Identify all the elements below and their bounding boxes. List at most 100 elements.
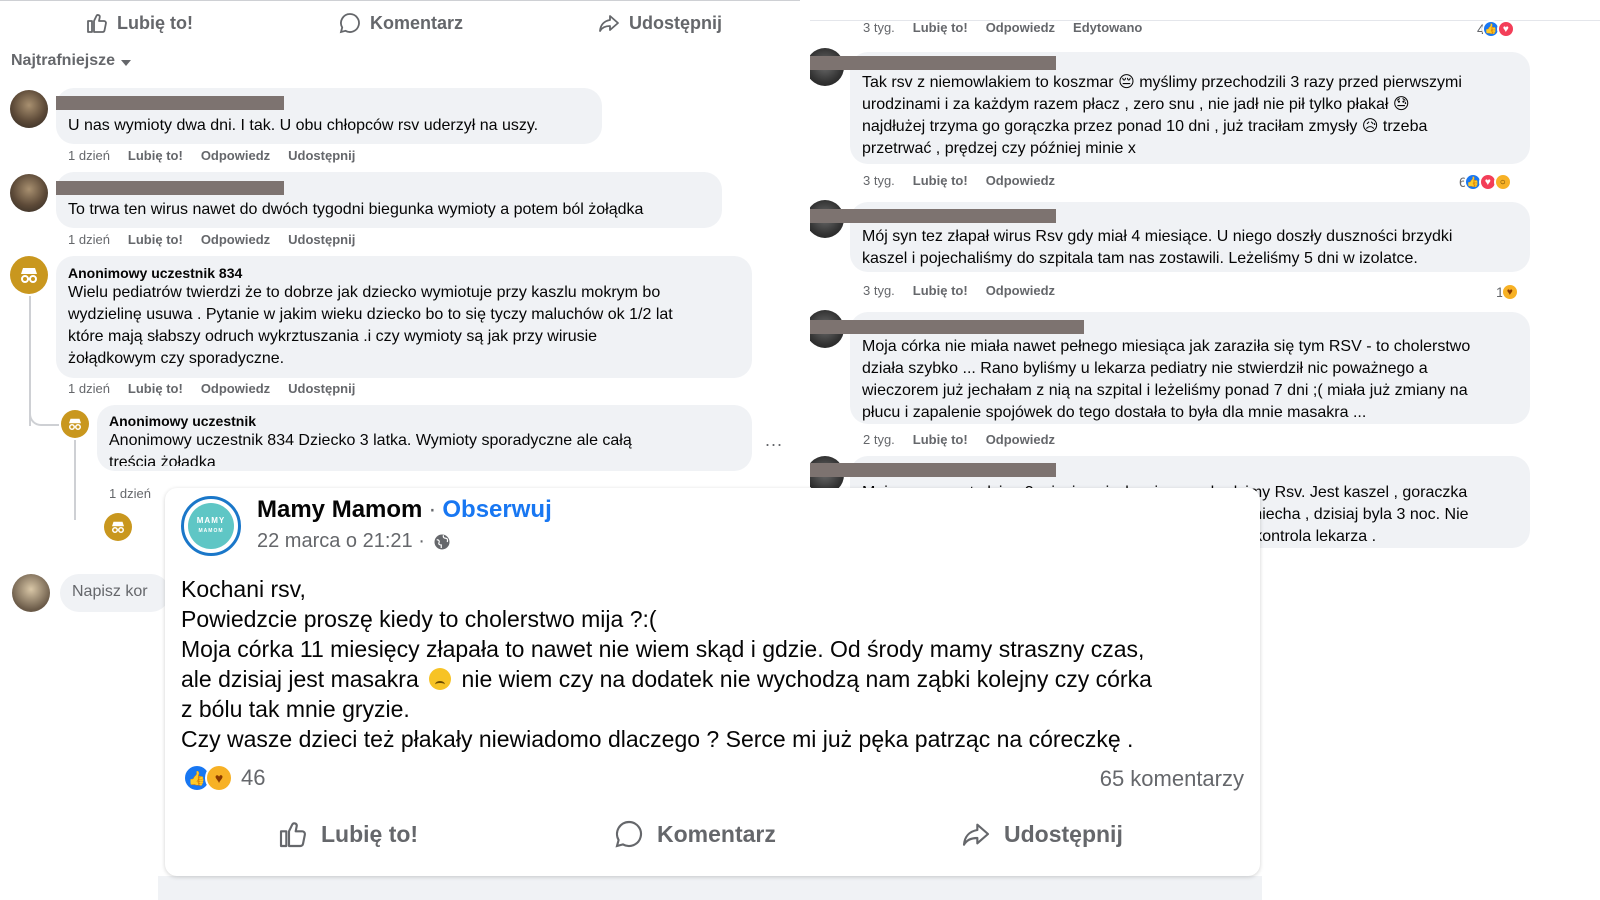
comment-time[interactable]: 1 dzień [68,381,110,396]
comment-reply-link[interactable]: Odpowiedz [986,20,1055,35]
top-like-button[interactable]: Lubię to! [85,11,193,35]
user-avatar[interactable] [12,574,50,612]
reply-author[interactable]: Anonimowy uczestnik [109,412,740,430]
post-line-part: ale dzisiaj jest masakra [181,666,419,692]
wow-reaction-icon: ○ [1493,173,1512,191]
redacted-name [810,209,1056,223]
comment-reply-link[interactable]: Odpowiedz [201,232,270,247]
globe-icon [434,534,450,549]
share-button[interactable]: Udostępnij [960,818,1123,850]
sort-label: Najtrafniejsze [11,52,116,69]
comment-line: przetrwać , prędzej czy później minie x [862,140,1136,157]
comment-line: kaszel i pojechaliśmy do szpitala tam na… [862,250,1418,267]
page-name[interactable]: Mamy Mamom [257,496,422,524]
post-line: ale dzisiaj jest masakra nie wiem czy na… [181,664,1241,694]
comment-like-link[interactable]: Lubię to! [913,20,968,35]
post-line: z bólu tak mnie gryzie. [181,696,410,722]
comment-meta: 2 tyg. Lubię to! Odpowiedz [863,432,1055,447]
reply-bubble: Anonimowy uczestnik Anonimowy uczestnik … [97,405,752,471]
comment-like-link[interactable]: Lubię to! [128,381,183,396]
comment-reply-link[interactable]: Odpowiedz [201,148,270,163]
comment-like-link[interactable]: Lubię to! [913,432,968,447]
comment-time[interactable]: 1 dzień [68,148,110,163]
page-logo[interactable]: MAMY MAMOM [181,496,241,556]
comment-line: wydzielinę usuwa . Pytanie w jakim wieku… [68,306,673,323]
comment-text: To trwa ten wirus nawet do dwóch tygodni… [68,201,644,218]
logo-badge: MAMY MAMOM [188,503,234,549]
top-comment-button[interactable]: Komentarz [338,11,463,35]
comment-meta: 3 tyg. Lubię to! Odpowiedz Edytowano [863,20,1142,35]
more-options-icon[interactable]: ... [765,430,783,451]
comment-like-link[interactable]: Lubię to! [913,283,968,298]
comment-reply-link[interactable]: Odpowiedz [986,283,1055,298]
post-header: Mamy Mamom · Obserwuj [257,496,552,524]
comment-share-link[interactable]: Udostępnij [288,148,355,163]
follow-button[interactable]: Obserwuj [442,496,551,524]
comment-like-link[interactable]: Lubię to! [128,232,183,247]
comment-bubble-icon [615,820,643,848]
post-line: Moja córka 11 miesięcy złapała to nawet … [181,636,1145,662]
redacted-name [810,463,1056,477]
post-action-bar: Lubię to! Komentarz Udostępnij [165,808,1260,864]
comment-time[interactable]: 1 dzień [68,232,110,247]
comment-label: Komentarz [657,820,776,847]
comment-reply-link[interactable]: Odpowiedz [986,173,1055,188]
comment-bubble-icon [339,13,360,34]
redacted-name [810,320,1084,334]
commenter-avatar[interactable] [10,174,48,212]
reaction-summary[interactable]: 6 👍 ♥ ○ [1459,173,1512,191]
comment-line: płucu i zapalenie spojówek do tego dosta… [862,404,1367,421]
redacted-name [56,96,284,110]
thumbs-up-icon [279,822,306,848]
reaction-summary[interactable]: 4 👍 ♥ [1477,20,1515,38]
anonymous-avatar[interactable] [61,410,89,438]
reaction-summary[interactable]: 1 ♥ [1496,283,1519,301]
comment-time[interactable]: 3 tyg. [863,173,895,188]
comment-line: Mój syn tez złapał wirus Rsv gdy miał 4 … [862,228,1453,245]
caret-down-icon [121,59,132,66]
logo-text-bottom: MAMOM [198,528,224,534]
comment-count-link[interactable]: 65 komentarzy [1100,766,1244,792]
background-strip [158,876,1262,900]
comment-reply-link[interactable]: Odpowiedz [986,432,1055,447]
post-line: Czy wasze dzieci też płakały niewiadomo … [181,726,1134,752]
post-line: Kochani rsv, [181,576,306,602]
comment-time[interactable]: 2 tyg. [863,432,895,447]
sort-dropdown[interactable]: Najtrafniejsze [11,52,132,70]
reply-line: Anonimowy uczestnik 834 Dziecko 3 latka.… [109,432,632,449]
top-share-label: Udostępnij [629,12,722,33]
comment-line: działa szybko ... Rano byliśmy u lekarza… [862,360,1428,377]
comment-line: żołądkowym czy sporadyczne. [68,350,285,367]
anonymous-avatar[interactable] [10,256,48,294]
reply-meta: 1 dzień [109,486,151,501]
post-card: MAMY MAMOM Mamy Mamom · Obserwuj 22 marc… [165,488,1260,876]
comment-like-link[interactable]: Lubię to! [128,148,183,163]
post-date-row: 22 marca o 21:21 · [257,530,451,553]
like-button[interactable]: Lubię to! [277,818,418,850]
commenter-avatar[interactable] [10,90,48,128]
incognito-icon [69,418,81,430]
comment-share-link[interactable]: Udostępnij [288,381,355,396]
comment-meta: 3 tyg. Lubię to! Odpowiedz [863,173,1055,188]
reply-time[interactable]: 1 dzień [109,486,151,501]
thread-connector [29,400,59,426]
edited-label: Edytowano [1073,20,1143,35]
post-reaction-summary[interactable]: 👍 ♥ 46 [183,764,265,792]
top-share-button[interactable]: Udostępnij [597,11,722,35]
comment-line: Moja córka nie miała nawet pełnego miesi… [862,338,1471,355]
comment-author[interactable]: Anonimowy uczestnik 834 [68,264,740,282]
post-body: Kochani rsv, Powiedzcie proszę kiedy to … [181,574,1241,754]
care-reaction-icon: ♥ [205,764,233,792]
write-comment-input[interactable]: Napisz kor [60,574,170,612]
post-date[interactable]: 22 marca o 21:21 · [257,530,425,553]
comment-time[interactable]: 3 tyg. [863,20,895,35]
comment-meta: 1 dzień Lubię to! Odpowiedz Udostępnij [68,148,355,163]
redacted-name [56,181,284,195]
comment-reply-link[interactable]: Odpowiedz [201,381,270,396]
comment-share-link[interactable]: Udostępnij [288,232,355,247]
anonymous-avatar[interactable] [104,513,132,541]
comment-like-link[interactable]: Lubię to! [913,173,968,188]
share-label: Udostępnij [1004,820,1123,847]
comment-time[interactable]: 3 tyg. [863,283,895,298]
comment-button[interactable]: Komentarz [613,818,776,850]
